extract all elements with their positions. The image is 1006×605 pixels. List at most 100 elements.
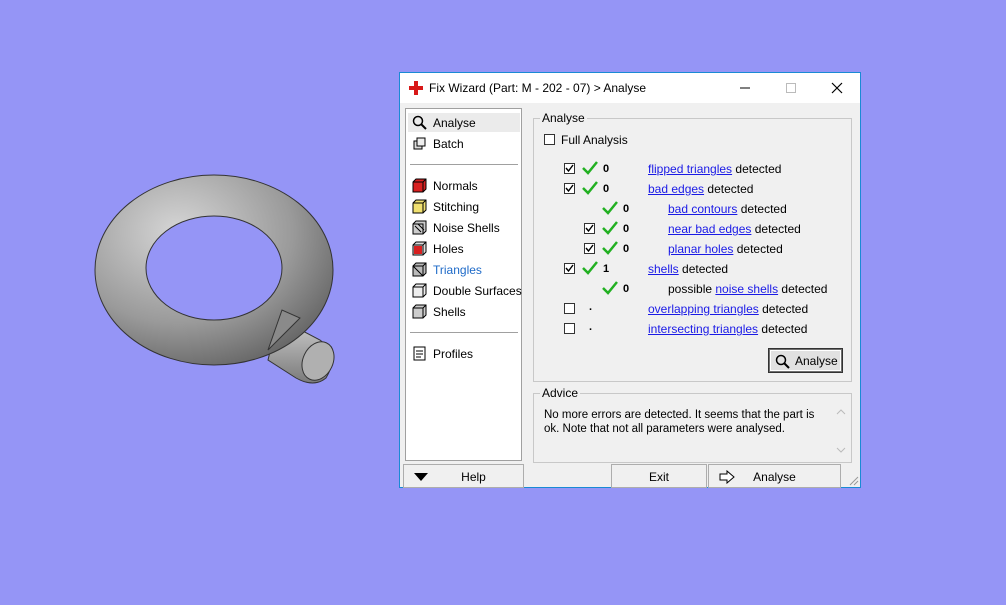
nav-label: Batch: [433, 137, 464, 151]
full-analysis-checkbox[interactable]: [544, 134, 555, 145]
stitching-cube-icon: [412, 199, 427, 214]
row-suffix: detected: [740, 202, 787, 216]
nav-item-shells[interactable]: Shells: [408, 302, 520, 321]
overlapping-triangles-row: overlapping triangles detected: [648, 302, 808, 316]
analyse-button-label: Analyse: [795, 354, 838, 368]
flipped-triangles-link[interactable]: flipped triangles: [648, 162, 732, 176]
nav-item-stitching[interactable]: Stitching: [408, 197, 520, 216]
bad-contours-count: 0: [623, 203, 630, 215]
minimize-icon: [740, 87, 750, 89]
triangles-cube-icon: [412, 262, 427, 277]
green-check-icon: [602, 281, 618, 295]
nav-item-holes[interactable]: Holes: [408, 239, 520, 258]
nav-item-normals[interactable]: Normals: [408, 176, 520, 195]
analyse-button[interactable]: Analyse: [768, 348, 843, 373]
near-bad-edges-checkbox[interactable]: [584, 223, 595, 234]
maximize-button[interactable]: [768, 73, 814, 103]
near-bad-edges-link[interactable]: near bad edges: [668, 222, 751, 236]
nav-divider: [410, 332, 518, 333]
nav-label: Shells: [433, 305, 466, 319]
analyse-next-button-label: Analyse: [753, 470, 796, 484]
nav-label: Analyse: [433, 116, 476, 130]
wizard-nav: Analyse Batch Normals Stitching Noise Sh…: [405, 108, 522, 461]
bad-edges-link[interactable]: bad edges: [648, 182, 704, 196]
row-suffix: detected: [707, 182, 754, 196]
nav-label: Double Surfaces: [433, 284, 522, 298]
overlapping-triangles-checkbox[interactable]: [564, 303, 575, 314]
planar-holes-checkbox[interactable]: [584, 243, 595, 254]
analyse-group-label: Analyse: [540, 111, 587, 125]
advice-group: Advice No more errors are detected. It s…: [533, 386, 852, 463]
batch-icon: [413, 137, 426, 150]
advice-group-label: Advice: [540, 386, 581, 400]
flipped-triangles-checkbox[interactable]: [564, 163, 575, 174]
green-check-icon: [582, 161, 598, 175]
maximize-icon: [786, 83, 796, 93]
shells-link[interactable]: shells: [648, 262, 679, 276]
nav-item-analyse[interactable]: Analyse: [408, 113, 520, 132]
row-suffix: detected: [735, 162, 782, 176]
analyse-group: Analyse Full Analysis 0 flipped triangle…: [533, 111, 852, 382]
row-suffix: detected: [761, 322, 808, 336]
advice-text: No more errors are detected. It seems th…: [544, 409, 815, 435]
planar-holes-row: planar holes detected: [668, 242, 783, 256]
row-suffix: detected: [781, 282, 828, 296]
row-prefix: possible: [668, 282, 713, 296]
nav-item-profiles[interactable]: Profiles: [408, 344, 520, 363]
bad-edges-checkbox[interactable]: [564, 183, 575, 194]
close-button[interactable]: [814, 73, 860, 103]
noise-shells-link[interactable]: noise shells: [715, 282, 778, 296]
green-check-icon: [582, 261, 598, 275]
window-title: Fix Wizard (Part: M - 202 - 07) > Analys…: [429, 81, 647, 95]
minimize-button[interactable]: [722, 73, 768, 103]
profiles-icon: [413, 346, 426, 361]
nav-item-batch[interactable]: Batch: [408, 134, 520, 153]
overlapping-triangles-count: .: [589, 301, 593, 313]
nav-label: Profiles: [433, 347, 474, 361]
nav-label: Noise Shells: [433, 221, 500, 235]
shells-checkbox[interactable]: [564, 263, 575, 274]
row-suffix: detected: [754, 222, 801, 236]
planar-holes-link[interactable]: planar holes: [668, 242, 733, 256]
row-suffix: detected: [762, 302, 809, 316]
advice-scrollbar[interactable]: [835, 406, 847, 456]
red-cross-icon: [409, 81, 423, 95]
flipped-triangles-row: flipped triangles detected: [648, 162, 781, 176]
noise-shells-icon: [412, 220, 427, 235]
green-check-icon: [582, 181, 598, 195]
bad-contours-link[interactable]: bad contours: [668, 202, 737, 216]
exit-button-label: Exit: [648, 470, 669, 484]
resize-grip-icon[interactable]: [849, 476, 859, 486]
near-bad-edges-row: near bad edges detected: [668, 222, 801, 236]
shells-icon: [412, 304, 427, 319]
holes-cube-icon: [412, 241, 427, 256]
green-check-icon: [602, 221, 618, 235]
near-bad-edges-count: 0: [623, 223, 630, 235]
shells-row: shells detected: [648, 262, 728, 276]
intersecting-triangles-checkbox[interactable]: [564, 323, 575, 334]
nav-item-noise-shells[interactable]: Noise Shells: [408, 218, 520, 237]
analyse-next-button[interactable]: Analyse: [708, 464, 841, 488]
noise-shells-count: 0: [623, 283, 630, 295]
full-analysis-label: Full Analysis: [561, 133, 628, 147]
normals-cube-icon: [412, 178, 427, 193]
help-button[interactable]: Help: [403, 464, 524, 488]
close-icon: [831, 82, 843, 94]
title-bar[interactable]: Fix Wizard (Part: M - 202 - 07) > Analys…: [400, 73, 860, 103]
planar-holes-count: 0: [623, 243, 630, 255]
exit-button[interactable]: Exit: [611, 464, 707, 488]
row-suffix: detected: [682, 262, 729, 276]
row-suffix: detected: [736, 242, 783, 256]
shells-count: 1: [603, 263, 610, 275]
flipped-triangles-count: 0: [603, 163, 610, 175]
nav-label: Stitching: [433, 200, 480, 214]
help-button-label: Help: [461, 470, 486, 484]
bad-edges-row: bad edges detected: [648, 182, 753, 196]
intersecting-triangles-count: .: [589, 321, 593, 333]
green-check-icon: [602, 241, 618, 255]
nav-item-triangles[interactable]: Triangles: [408, 260, 520, 279]
intersecting-triangles-link[interactable]: intersecting triangles: [648, 322, 758, 336]
intersecting-triangles-row: intersecting triangles detected: [648, 322, 807, 336]
nav-item-double-surfaces[interactable]: Double Surfaces: [408, 281, 522, 300]
overlapping-triangles-link[interactable]: overlapping triangles: [648, 302, 759, 316]
